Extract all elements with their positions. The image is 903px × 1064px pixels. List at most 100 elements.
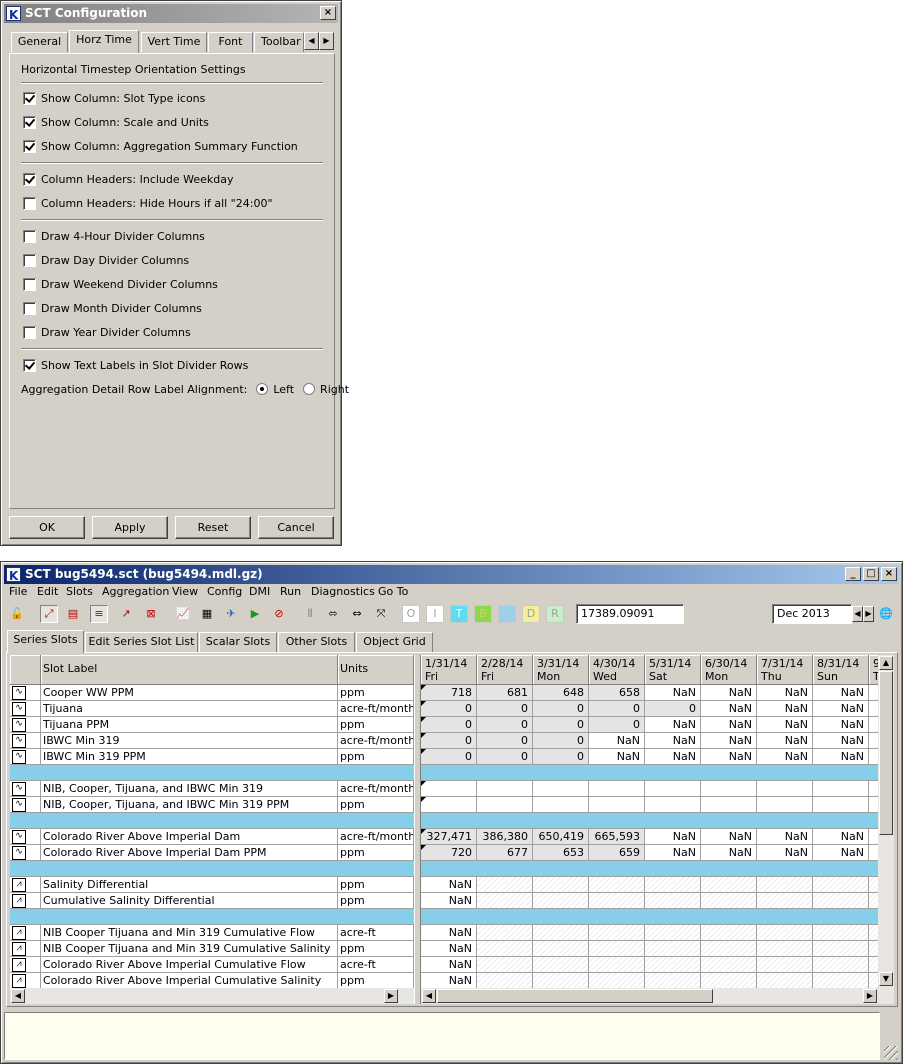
value-cell[interactable]: NaN [701, 685, 757, 701]
value-cell[interactable] [645, 925, 701, 941]
value-cell[interactable] [701, 877, 757, 893]
value-cell[interactable] [533, 797, 589, 813]
close-icon[interactable]: × [320, 6, 336, 20]
value-cell[interactable] [869, 893, 878, 909]
menu-aggregation[interactable]: Aggregation [102, 583, 169, 601]
value-cell[interactable] [589, 957, 645, 973]
menu-view[interactable]: View [172, 583, 198, 601]
value-cell[interactable] [533, 877, 589, 893]
value-cell[interactable] [869, 845, 878, 861]
value-cell[interactable] [589, 893, 645, 909]
value-cell[interactable]: 0 [645, 701, 701, 717]
value-cell[interactable]: NaN [757, 749, 813, 765]
value-cell[interactable]: NaN [813, 829, 869, 845]
slot-label-cell[interactable]: NIB, Cooper, Tijuana, and IBWC Min 319 P… [41, 797, 338, 813]
right-hscrollbar[interactable]: ◀ ▶ [421, 988, 894, 1004]
option-day-divider[interactable]: Draw Day Divider Columns [23, 253, 189, 269]
flag-o-icon[interactable]: O [402, 605, 420, 623]
stop-icon[interactable]: ⊘ [270, 605, 288, 623]
units-cell[interactable]: acre-ft/month [338, 781, 414, 797]
option-aggregation-summary[interactable]: Show Column: Aggregation Summary Functio… [23, 139, 298, 155]
menu-slots[interactable]: Slots [66, 583, 93, 601]
left-hscrollbar[interactable]: ◀ ▶ [10, 988, 414, 1004]
value-cell[interactable] [869, 733, 878, 749]
radio-left[interactable] [256, 383, 269, 395]
timestep-header[interactable]: 3/31/14 Mon [533, 655, 589, 685]
value-cell[interactable]: NaN [757, 733, 813, 749]
units-cell[interactable]: acre-ft [338, 925, 414, 941]
calculator-icon[interactable]: ▦ [198, 605, 216, 623]
checkbox[interactable] [23, 139, 36, 153]
tab-vert-time[interactable]: Vert Time [141, 32, 207, 52]
value-cell[interactable]: NaN [757, 717, 813, 733]
value-cell[interactable]: 648 [533, 685, 589, 701]
radio-left-label[interactable]: Left [273, 383, 294, 396]
value-cell[interactable] [701, 797, 757, 813]
value-cell[interactable]: NaN [757, 829, 813, 845]
value-cell[interactable] [813, 797, 869, 813]
value-cell[interactable]: NaN [645, 829, 701, 845]
value-cell[interactable]: NaN [589, 733, 645, 749]
value-cell[interactable]: 0 [421, 733, 477, 749]
value-cell[interactable] [813, 781, 869, 797]
value-cell[interactable] [477, 925, 533, 941]
value-cell[interactable]: 386,380 [477, 829, 533, 845]
value-cell[interactable]: NaN [813, 733, 869, 749]
scroll-right-icon[interactable]: ▶ [384, 989, 398, 1003]
lock-icon[interactable]: 🔓 [8, 605, 26, 623]
value-cell[interactable] [813, 973, 869, 988]
hscroll-thumb[interactable] [437, 989, 713, 1003]
value-cell[interactable]: 0 [589, 701, 645, 717]
value-cell[interactable] [589, 973, 645, 988]
value-cell[interactable]: NaN [421, 877, 477, 893]
value-cell[interactable]: NaN [813, 717, 869, 733]
value-cell[interactable] [701, 957, 757, 973]
right-vscrollbar[interactable]: ▲ ▼ [878, 655, 894, 988]
checkbox[interactable] [23, 172, 36, 186]
value-cell[interactable] [701, 925, 757, 941]
value-cell[interactable] [757, 925, 813, 941]
flag-blank-icon[interactable] [498, 605, 516, 623]
value-cell[interactable]: NaN [421, 925, 477, 941]
value-cell[interactable]: 718 [421, 685, 477, 701]
value-cell[interactable]: 720 [421, 845, 477, 861]
value-cell[interactable] [645, 877, 701, 893]
value-cell[interactable]: 0 [477, 717, 533, 733]
option-weekend-divider[interactable]: Draw Weekend Divider Columns [23, 277, 218, 293]
dialog-titlebar[interactable]: SCT Configuration × [4, 4, 338, 25]
close-icon[interactable]: × [881, 567, 897, 581]
slot-label-cell[interactable]: Colorado River Above Imperial Dam PPM [41, 845, 338, 861]
vscroll-thumb[interactable] [879, 671, 893, 835]
option-text-labels[interactable]: Show Text Labels in Slot Divider Rows [23, 358, 248, 374]
value-cell[interactable] [869, 829, 878, 845]
value-cell[interactable] [533, 973, 589, 988]
value-cell[interactable] [701, 893, 757, 909]
value-cell[interactable] [869, 717, 878, 733]
value-cell[interactable] [477, 941, 533, 957]
value-cell[interactable]: NaN [701, 845, 757, 861]
value-cell[interactable] [589, 941, 645, 957]
value-cell[interactable] [645, 957, 701, 973]
menu-diagnostics[interactable]: Diagnostics [311, 583, 375, 601]
value-cell[interactable] [645, 973, 701, 988]
units-cell[interactable]: ppm [338, 973, 414, 988]
tab-edit-series-slot-list[interactable]: Edit Series Slot List [85, 632, 198, 652]
remove-slot-icon[interactable]: ⊠ [142, 605, 160, 623]
minimize-icon[interactable]: _ [845, 567, 861, 581]
option-scale-and-units[interactable]: Show Column: Scale and Units [23, 115, 209, 131]
fit-columns-icon[interactable]: ⤧ [372, 605, 390, 623]
checkbox[interactable] [23, 91, 36, 105]
scroll-up-icon[interactable]: ▲ [879, 656, 893, 670]
slot-label-cell[interactable]: Tijuana PPM [41, 717, 338, 733]
value-cell[interactable]: 0 [533, 733, 589, 749]
slot-label-cell[interactable]: Tijuana [41, 701, 338, 717]
value-cell[interactable] [477, 893, 533, 909]
timestep-header[interactable]: 1/31/14 Fri [421, 655, 477, 685]
value-cell[interactable]: NaN [645, 845, 701, 861]
reset-button[interactable]: Reset [175, 516, 251, 539]
value-cell[interactable] [757, 877, 813, 893]
value-cell[interactable] [533, 941, 589, 957]
tab-general[interactable]: General [11, 32, 68, 52]
flag-d-icon[interactable]: D [522, 605, 540, 623]
flag-i-icon[interactable]: I [426, 605, 444, 623]
